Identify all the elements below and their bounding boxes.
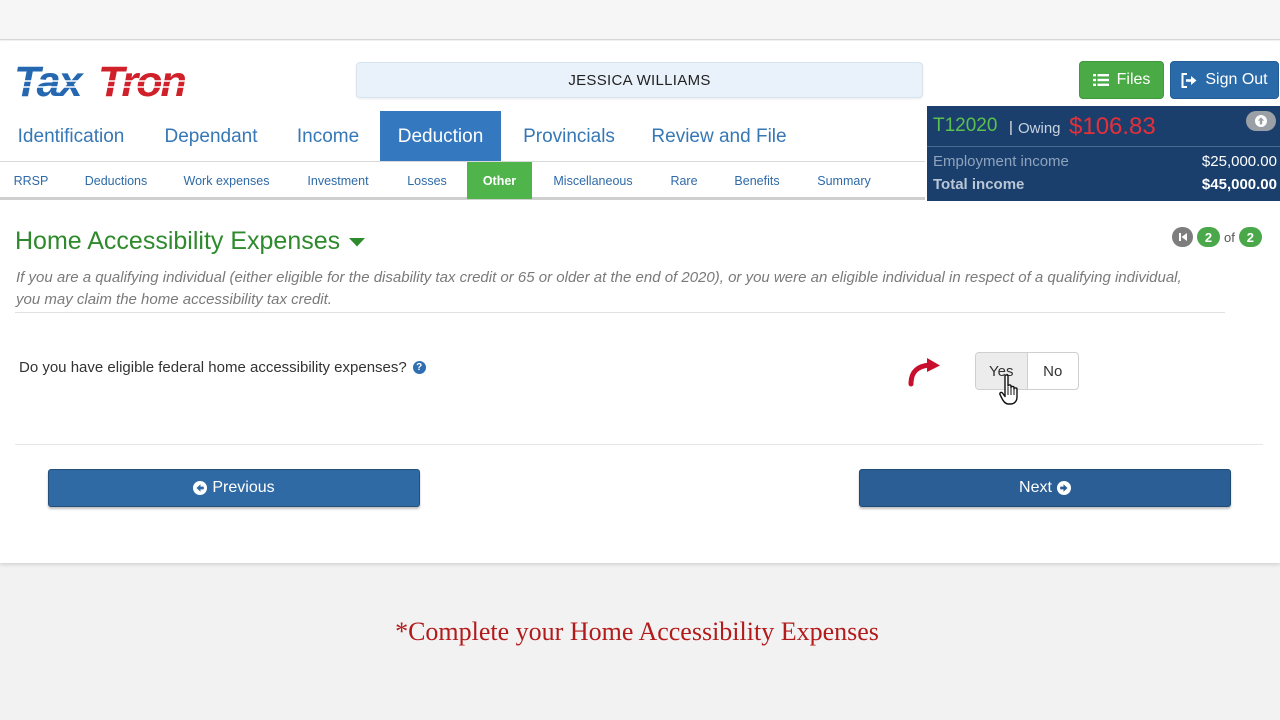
app-window: Tax Tron JESSICA WILLIAMS Files Sign Out… bbox=[0, 41, 1280, 563]
intro-text: If you are a qualifying individual (eith… bbox=[16, 269, 1182, 308]
question-text: Do you have eligible federal home access… bbox=[19, 359, 407, 376]
yes-no-toggle[interactable]: Yes No bbox=[975, 352, 1079, 390]
curved-arrow-icon bbox=[908, 358, 940, 387]
subtab-label: Summary bbox=[817, 173, 871, 188]
subtab-work-expenses[interactable]: Work expenses bbox=[175, 162, 278, 199]
arrow-circle-right-icon bbox=[1056, 481, 1071, 495]
subtab-other[interactable]: Other bbox=[467, 162, 532, 199]
tab-label: Identification bbox=[17, 125, 125, 147]
tab-label: Review and File bbox=[651, 125, 787, 147]
divider bbox=[15, 312, 1225, 313]
total-income-value: $45,000.00 bbox=[1201, 176, 1277, 193]
owing-amount: $106.83 bbox=[1069, 113, 1156, 140]
divider bbox=[15, 444, 1263, 445]
hand-pointer-icon bbox=[999, 374, 1018, 405]
subtab-deductions[interactable]: Deductions bbox=[76, 162, 156, 199]
client-name-box[interactable]: JESSICA WILLIAMS bbox=[356, 62, 923, 98]
subtab-label: Miscellaneous bbox=[553, 173, 633, 188]
main-nav: Identification Dependant Income Deductio… bbox=[0, 111, 925, 162]
subtab-label: Rare bbox=[670, 173, 698, 188]
tab-label: Income bbox=[296, 125, 360, 147]
subtab-investment[interactable]: Investment bbox=[298, 162, 378, 199]
summary-separator: | bbox=[1009, 119, 1013, 136]
of-label: of bbox=[1224, 229, 1235, 245]
total-income-label: Total income bbox=[933, 176, 1025, 193]
first-page-button[interactable] bbox=[1172, 227, 1193, 247]
tab-income[interactable]: Income bbox=[280, 111, 376, 162]
tab-label: Dependant bbox=[164, 125, 258, 147]
caret-down-icon bbox=[349, 237, 366, 246]
arrow-circle-left-icon bbox=[193, 481, 208, 495]
taxtron-logo[interactable]: Tax Tron bbox=[14, 61, 224, 103]
tab-review-and-file[interactable]: Review and File bbox=[633, 111, 805, 162]
tax-summary-panel: T12020 | Owing $106.83 Employment income… bbox=[927, 106, 1280, 201]
files-button[interactable]: Files bbox=[1079, 61, 1164, 99]
question-circle-icon[interactable]: ? bbox=[412, 361, 426, 374]
next-label: Next bbox=[1019, 479, 1052, 496]
tab-identification[interactable]: Identification bbox=[0, 111, 142, 162]
page-title: Home Accessibility Expenses bbox=[15, 227, 341, 255]
files-label: Files bbox=[1116, 71, 1151, 88]
subtab-rrsp[interactable]: RRSP bbox=[6, 162, 56, 199]
subtab-miscellaneous[interactable]: Miscellaneous bbox=[543, 162, 643, 199]
sub-nav: RRSP Deductions Work expenses Investment… bbox=[0, 162, 925, 200]
taxtron-logo-mark: Tax Tron bbox=[14, 61, 224, 103]
subtab-rare[interactable]: Rare bbox=[664, 162, 704, 199]
list-icon bbox=[1092, 74, 1109, 86]
subtab-benefits[interactable]: Benefits bbox=[727, 162, 787, 199]
tutorial-caption: *Complete your Home Accessibility Expens… bbox=[395, 617, 879, 646]
page-navigator: 2 of 2 bbox=[1172, 227, 1262, 247]
subtab-label: Work expenses bbox=[183, 173, 270, 188]
section-title-wrap[interactable]: Home Accessibility Expenses bbox=[15, 227, 366, 256]
no-button[interactable]: No bbox=[1028, 353, 1079, 389]
subtab-label: RRSP bbox=[13, 173, 49, 188]
previous-label: Previous bbox=[212, 479, 275, 496]
tab-label: Provincials bbox=[523, 125, 615, 147]
subtab-summary[interactable]: Summary bbox=[810, 162, 878, 199]
tab-deduction[interactable]: Deduction bbox=[380, 111, 501, 162]
sign-out-button[interactable]: Sign Out bbox=[1170, 61, 1279, 99]
subtab-losses[interactable]: Losses bbox=[397, 162, 457, 199]
tab-label: Deduction bbox=[397, 125, 484, 147]
subtab-label: Losses bbox=[407, 173, 447, 188]
sign-out-icon bbox=[1181, 72, 1197, 88]
browser-top-strip bbox=[0, 0, 1280, 40]
subtab-label: Benefits bbox=[734, 173, 780, 188]
step-backward-icon bbox=[1178, 233, 1187, 241]
client-name: JESSICA WILLIAMS bbox=[568, 71, 711, 89]
owing-label: Owing bbox=[1018, 120, 1061, 137]
total-pages-badge[interactable]: 2 bbox=[1238, 227, 1262, 247]
summary-divider bbox=[927, 146, 1280, 147]
tab-dependant[interactable]: Dependant bbox=[142, 111, 280, 162]
employment-income-label: Employment income bbox=[933, 153, 1069, 170]
svg-text:Tron: Tron bbox=[98, 61, 185, 103]
tab-provincials[interactable]: Provincials bbox=[505, 111, 633, 162]
subtab-label: Investment bbox=[307, 173, 369, 188]
question-row: Do you have eligible federal home access… bbox=[19, 359, 426, 376]
employment-income-value: $25,000.00 bbox=[1201, 153, 1277, 170]
next-button[interactable]: Next bbox=[859, 469, 1231, 507]
sign-out-label: Sign Out bbox=[1205, 71, 1268, 88]
subtab-label: Deductions bbox=[84, 173, 148, 188]
no-label: No bbox=[1043, 362, 1063, 380]
subtab-label: Other bbox=[482, 173, 517, 188]
arrow-up-icon bbox=[1255, 115, 1267, 127]
previous-button[interactable]: Previous bbox=[48, 469, 420, 507]
current-page-badge[interactable]: 2 bbox=[1197, 227, 1220, 247]
form-code: T12020 bbox=[933, 115, 998, 136]
collapse-summary-button[interactable] bbox=[1246, 111, 1276, 131]
svg-text:Tax: Tax bbox=[14, 61, 85, 103]
